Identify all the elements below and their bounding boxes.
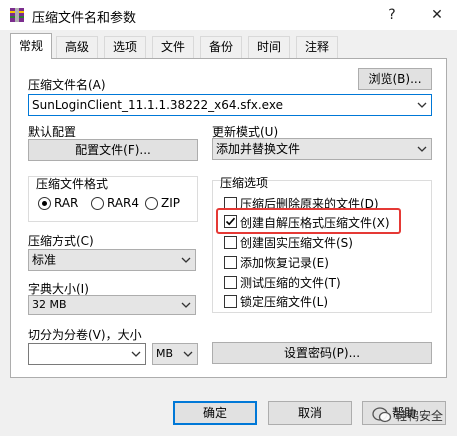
checkmark-icon: [225, 217, 236, 226]
profiles-button[interactable]: 配置文件(F)...: [28, 139, 198, 161]
default-profile-label: 默认配置: [28, 125, 77, 139]
archive-name-value: SunLoginClient_11.1.1.38222_x64.sfx.exe: [32, 98, 283, 112]
checkbox-test-files[interactable]: [224, 276, 237, 289]
wechat-icon: [372, 407, 392, 423]
radio-rar-label: RAR: [54, 196, 79, 210]
chevron-down-icon[interactable]: [129, 347, 143, 361]
radio-zip[interactable]: [145, 197, 158, 210]
update-mode-select[interactable]: 添加并替换文件: [212, 138, 432, 160]
chevron-down-icon: [181, 257, 191, 263]
set-password-button[interactable]: 设置密码(P)...: [212, 342, 432, 364]
winrar-app-icon: [10, 8, 24, 22]
checkbox-test-files-label: 测试压缩的文件(T): [240, 276, 341, 290]
split-volumes-label: 切分为分卷(V)，大小: [28, 328, 142, 342]
radio-rar4[interactable]: [91, 197, 104, 210]
chevron-down-icon[interactable]: [415, 98, 429, 112]
checkbox-lock-archive-label: 锁定压缩文件(L): [240, 295, 329, 309]
split-unit-value: MB: [156, 347, 174, 360]
checkbox-recovery-record-label: 添加恢复记录(E): [240, 256, 329, 270]
radio-zip-label: ZIP: [161, 196, 180, 210]
chevron-down-icon: [183, 351, 193, 357]
radio-rar4-label: RAR4: [107, 196, 140, 210]
archive-name-label: 压缩文件名(A): [28, 78, 106, 92]
ok-button[interactable]: 确定: [173, 401, 257, 425]
archive-options-label: 压缩选项: [220, 176, 269, 190]
chevron-down-icon: [181, 302, 191, 308]
tab-time[interactable]: 时间: [248, 36, 291, 58]
tab-advanced[interactable]: 高级: [56, 36, 99, 58]
dictionary-size-value: 32 MB: [32, 298, 67, 311]
split-unit-select[interactable]: MB: [152, 343, 198, 365]
tab-comment[interactable]: 注释: [296, 36, 339, 58]
dictionary-size-select[interactable]: 32 MB: [28, 295, 196, 315]
watermark: 鞋鸭安全: [372, 403, 456, 427]
tab-general[interactable]: 常规: [10, 33, 53, 59]
browse-button[interactable]: 浏览(B)...: [358, 68, 432, 90]
tab-files[interactable]: 文件: [152, 36, 195, 58]
tab-options[interactable]: 选项: [104, 36, 147, 58]
chevron-down-icon: [417, 146, 427, 152]
checkbox-create-solid-label: 创建固实压缩文件(S): [240, 236, 353, 250]
compression-method-label: 压缩方式(C): [28, 234, 94, 248]
cancel-button[interactable]: 取消: [268, 401, 352, 425]
help-title-button[interactable]: ?: [377, 2, 407, 28]
window-title: 压缩文件名和参数: [32, 11, 137, 26]
checkbox-create-sfx[interactable]: [224, 215, 237, 228]
checkbox-recovery-record[interactable]: [224, 256, 237, 269]
tab-backup[interactable]: 备份: [200, 36, 243, 58]
compression-method-select[interactable]: 标准: [28, 249, 196, 271]
checkbox-lock-archive[interactable]: [224, 295, 237, 308]
archive-format-label: 压缩文件格式: [36, 177, 109, 191]
split-size-input[interactable]: [28, 343, 146, 365]
radio-rar[interactable]: [38, 197, 51, 210]
compression-method-value: 标准: [32, 253, 57, 267]
close-window-button[interactable]: ✕: [422, 2, 452, 28]
archive-name-input[interactable]: SunLoginClient_11.1.1.38222_x64.sfx.exe: [28, 94, 432, 116]
watermark-text: 鞋鸭安全: [395, 409, 444, 423]
update-mode-value: 添加并替换文件: [216, 142, 301, 156]
checkbox-create-sfx-label: 创建自解压格式压缩文件(X): [240, 216, 390, 230]
checkbox-create-solid[interactable]: [224, 236, 237, 249]
